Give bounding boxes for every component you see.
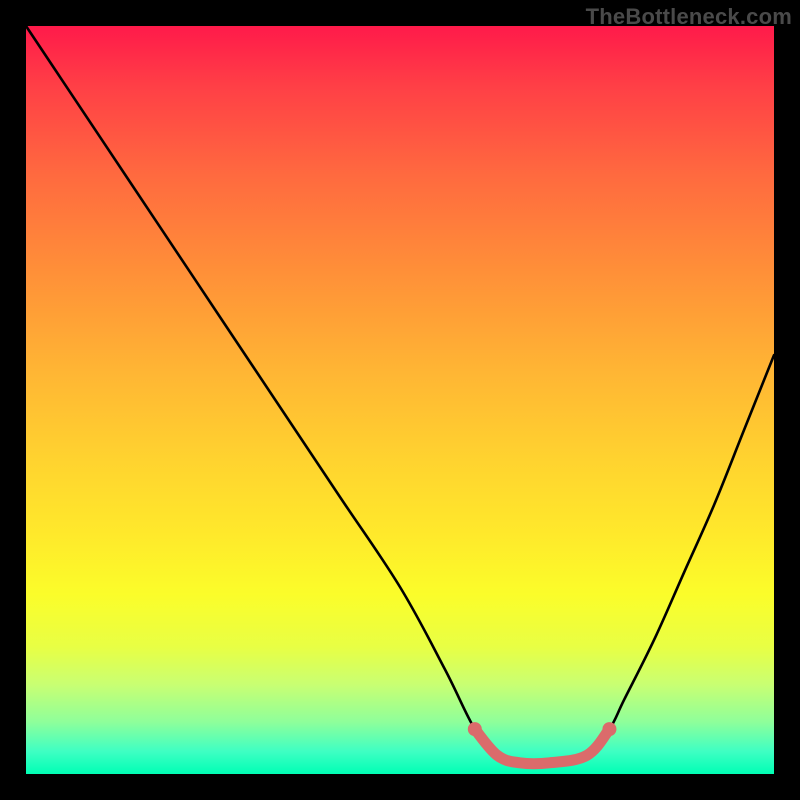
watermark-text: TheBottleneck.com <box>586 4 792 30</box>
highlight-band-line <box>475 729 610 764</box>
chart-svg <box>26 26 774 774</box>
highlight-dot-left <box>468 722 482 736</box>
highlight-dot-right <box>602 722 616 736</box>
chart-plot-area <box>26 26 774 774</box>
chart-frame: TheBottleneck.com <box>0 0 800 800</box>
bottleneck-curve-line <box>26 26 774 764</box>
